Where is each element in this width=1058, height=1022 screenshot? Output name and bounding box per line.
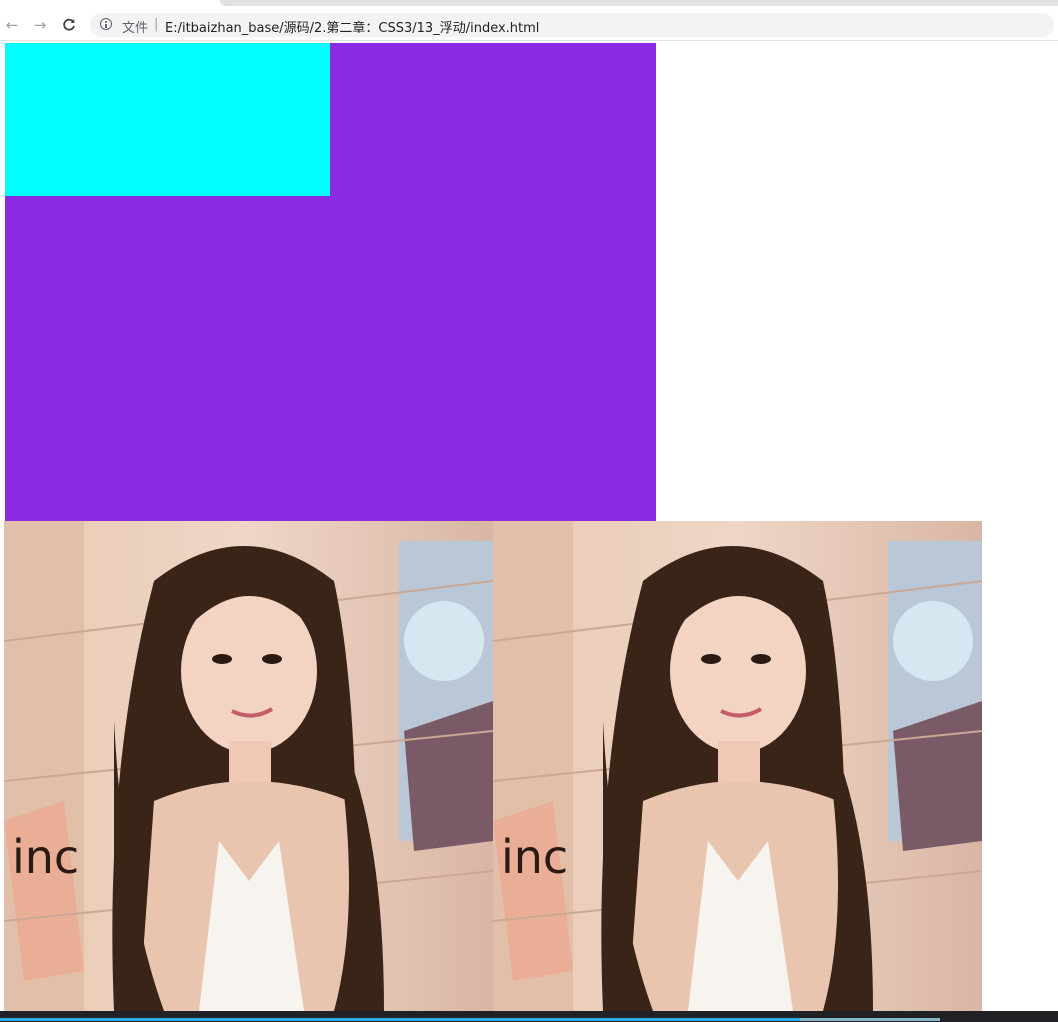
address-separator: |: [154, 17, 159, 32]
progress-buffer: [800, 1018, 940, 1021]
security-label[interactable]: 文件: [122, 17, 148, 36]
photo-2: inc: [493, 521, 982, 1011]
portrait-photo-icon: inc: [4, 521, 493, 1011]
photo-1: inc: [4, 521, 493, 1011]
photo-wall-text: inc: [12, 830, 79, 884]
browser-toolbar: ← → 文件 | E:/itbaizhan_base/源码/2.第二章：CSS3…: [0, 10, 1058, 41]
page-viewport: inc inc: [0, 41, 1058, 1011]
address-bar[interactable]: 文件 | E:/itbaizhan_base/源码/2.第二章：CSS3/13_…: [90, 13, 1054, 37]
back-icon[interactable]: ←: [1, 14, 23, 36]
cyan-box: [5, 43, 330, 196]
portrait-photo-icon: inc: [493, 521, 982, 1011]
tab-bar-edge: [220, 0, 1058, 6]
tab-strip: [0, 0, 1058, 10]
reload-icon[interactable]: [58, 14, 80, 36]
forward-icon[interactable]: →: [29, 14, 51, 36]
video-progress-bar[interactable]: [0, 1011, 1058, 1022]
url-text[interactable]: E:/itbaizhan_base/源码/2.第二章：CSS3/13_浮动/in…: [165, 17, 539, 36]
info-icon[interactable]: [100, 18, 112, 30]
progress-fill: [0, 1018, 800, 1021]
photo-wall-text: inc: [501, 830, 568, 884]
